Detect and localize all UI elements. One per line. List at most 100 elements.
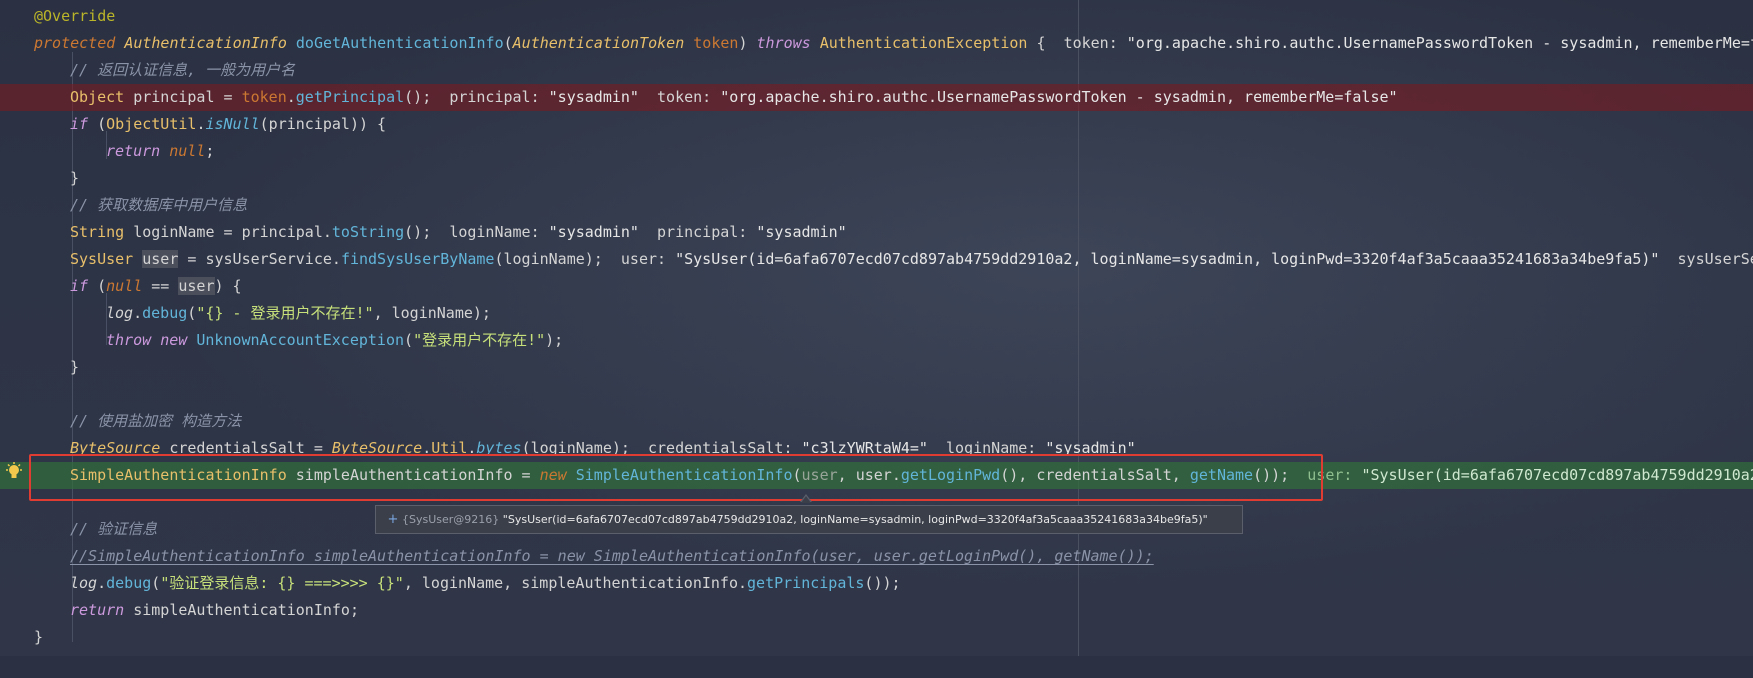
punct: ( bbox=[151, 574, 161, 592]
keyword: if bbox=[70, 277, 89, 295]
inline-hint-value: "SysUser(id=6afa6707ecd07cd897ab4759dd29… bbox=[675, 250, 1660, 268]
code-text: (loginName); bbox=[494, 250, 603, 268]
code-text: loginName = principal. bbox=[124, 223, 332, 241]
commented-code: //SimpleAuthenticationInfo simpleAuthent… bbox=[70, 547, 1154, 565]
param-name: token bbox=[693, 34, 739, 52]
code-line-2[interactable]: protected AuthenticationInfo doGetAuthen… bbox=[0, 30, 1753, 57]
type-name: AuthenticationInfo bbox=[124, 34, 287, 52]
param-name: token bbox=[241, 88, 287, 106]
punct bbox=[133, 250, 142, 268]
inline-hint-key: loginName: bbox=[449, 223, 540, 241]
keyword: throw bbox=[106, 331, 152, 349]
inline-hint-value: "SysUser(id=6afa6707ecd07cd897ab4759dd29… bbox=[1361, 466, 1753, 484]
punct: ( bbox=[404, 331, 414, 349]
code-line-6[interactable]: return null; bbox=[0, 138, 1753, 165]
highlighted-variable[interactable]: user bbox=[178, 277, 215, 295]
comment: // 使用盐加密 构造方法 bbox=[70, 412, 242, 430]
punct: ); bbox=[545, 331, 564, 349]
keyword: return bbox=[70, 601, 125, 619]
code-line-3[interactable]: // 返回认证信息, 一般为用户名 bbox=[0, 57, 1753, 84]
code-line-7[interactable]: } bbox=[0, 165, 1753, 192]
code-line-12[interactable]: log.debug("{} - 登录用户不存在!", loginName); bbox=[0, 300, 1753, 327]
comment: // 返回认证信息, 一般为用户名 bbox=[70, 61, 296, 79]
inline-hint-value: "sysadmin" bbox=[548, 88, 639, 106]
code-text: , loginName, simpleAuthenticationInfo. bbox=[403, 574, 748, 592]
code-text: == bbox=[142, 277, 179, 295]
inline-hint-key: principal: bbox=[657, 223, 748, 241]
lightbulb-icon[interactable] bbox=[5, 462, 23, 482]
inline-hint-key: user: bbox=[620, 250, 667, 268]
keyword: protected bbox=[34, 34, 116, 52]
inline-hint-key: token: bbox=[1063, 34, 1118, 52]
punct: } bbox=[70, 358, 80, 376]
punct: { bbox=[1027, 34, 1046, 52]
method-call: findSysUserByName bbox=[340, 250, 495, 268]
string-literal: "验证登录信息: {} ===>>>> {}" bbox=[160, 574, 404, 592]
method-call: getPrincipal bbox=[295, 88, 405, 106]
code-line-22[interactable]: log.debug("验证登录信息: {} ===>>>> {}", login… bbox=[0, 570, 1753, 597]
inline-hint-value: "sysadmin" bbox=[548, 223, 639, 241]
punct: (); bbox=[404, 223, 432, 241]
code-line-24[interactable]: } bbox=[0, 624, 1753, 651]
code-line-5[interactable]: if (ObjectUtil.isNull(principal)) { bbox=[0, 111, 1753, 138]
inline-hint-key: token: bbox=[657, 88, 712, 106]
code-text: , loginName); bbox=[373, 304, 491, 322]
keyword: throws bbox=[756, 34, 811, 52]
class-name: UnknownAccountException bbox=[196, 331, 405, 349]
punct: ( bbox=[88, 277, 107, 295]
string-literal: "登录用户不存在!" bbox=[413, 331, 546, 349]
code-line-21[interactable]: //SimpleAuthenticationInfo simpleAuthent… bbox=[0, 543, 1753, 570]
inline-hint-value: "org.apache.shiro.authc.UsernamePassword… bbox=[1126, 34, 1753, 52]
punct: . bbox=[97, 574, 107, 592]
code-line-23[interactable]: return simpleAuthenticationInfo; bbox=[0, 597, 1753, 624]
inline-hint-key: principal: bbox=[449, 88, 540, 106]
code-line-4-breakpoint[interactable]: Object principal = token.getPrincipal();… bbox=[0, 84, 1753, 111]
comment: // 验证信息 bbox=[70, 520, 158, 538]
type-name: String bbox=[70, 223, 125, 241]
punct: . bbox=[286, 88, 296, 106]
field-name: log bbox=[106, 304, 134, 322]
keyword: if bbox=[70, 115, 89, 133]
punct: ; bbox=[205, 142, 215, 160]
type-name: Object bbox=[70, 88, 125, 106]
code-text: simpleAuthenticationInfo; bbox=[124, 601, 359, 619]
code-line-16[interactable]: // 使用盐加密 构造方法 bbox=[0, 408, 1753, 435]
inline-hint-value: "org.apache.shiro.authc.UsernamePassword… bbox=[720, 88, 1398, 106]
inline-hint-key: sysUserSe bbox=[1677, 250, 1753, 268]
punct: } bbox=[34, 628, 44, 646]
method-call: isNull bbox=[205, 115, 260, 133]
punct: ()); bbox=[864, 574, 901, 592]
comment: // 获取数据库中用户信息 bbox=[70, 196, 248, 214]
method-name: doGetAuthenticationInfo bbox=[295, 34, 504, 52]
punct: ( bbox=[503, 34, 513, 52]
punct: ) { bbox=[214, 277, 242, 295]
code-line-10[interactable]: SysUser user = sysUserService.findSysUse… bbox=[0, 246, 1753, 273]
highlighted-variable[interactable]: user bbox=[142, 250, 179, 268]
keyword: return bbox=[106, 142, 161, 160]
code-line-9[interactable]: String loginName = principal.toString();… bbox=[0, 219, 1753, 246]
method-call: debug bbox=[106, 574, 152, 592]
punct: ) bbox=[738, 34, 748, 52]
code-line-13[interactable]: throw new UnknownAccountException("登录用户不… bbox=[0, 327, 1753, 354]
punct: (); bbox=[404, 88, 432, 106]
code-line-20[interactable]: // 验证信息 bbox=[0, 516, 1753, 543]
punct: } bbox=[70, 169, 80, 187]
code-line-8[interactable]: // 获取数据库中用户信息 bbox=[0, 192, 1753, 219]
tooltip-caret bbox=[801, 496, 811, 503]
keyword: new bbox=[160, 331, 188, 349]
method-call: toString bbox=[331, 223, 405, 241]
method-call: getPrincipals bbox=[747, 574, 865, 592]
code-line-11[interactable]: if (null == user) { bbox=[0, 273, 1753, 300]
string-literal: "{} - 登录用户不存在!" bbox=[196, 304, 374, 322]
code-line-1[interactable]: @Override bbox=[0, 3, 1753, 30]
annotation: @Override bbox=[34, 7, 116, 25]
type-name: AuthenticationToken bbox=[512, 34, 685, 52]
code-text: (principal)) { bbox=[259, 115, 387, 133]
annotation-highlight-box bbox=[29, 454, 1323, 501]
method-call: debug bbox=[142, 304, 188, 322]
class-name: ObjectUtil bbox=[106, 115, 197, 133]
field-name: log bbox=[70, 574, 98, 592]
punct: ( bbox=[88, 115, 107, 133]
code-line-14[interactable]: } bbox=[0, 354, 1753, 381]
inline-hint-value: "sysadmin" bbox=[756, 223, 847, 241]
